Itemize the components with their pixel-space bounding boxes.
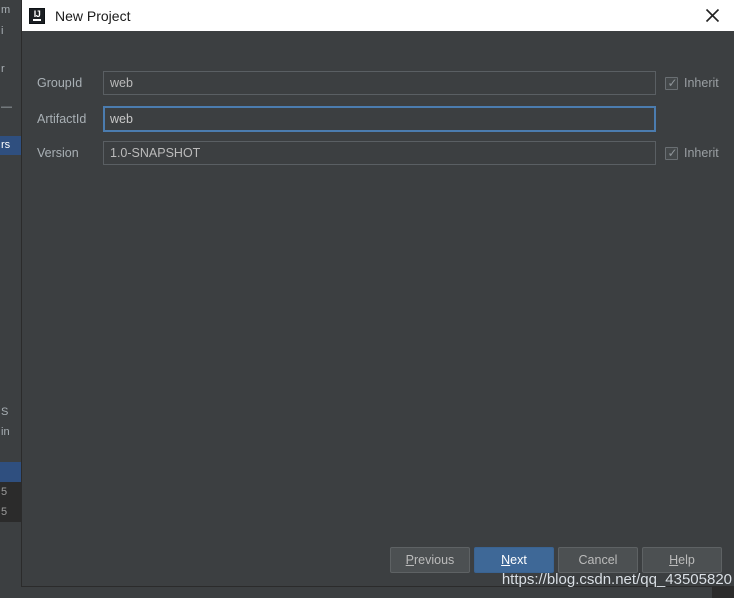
form-row-version: Version ✓ Inherit (22, 141, 734, 165)
dialog-title: New Project (55, 7, 131, 24)
artifactid-input[interactable] (103, 106, 656, 132)
lower-item[interactable]: in (0, 422, 22, 442)
previous-button[interactable]: Previous (390, 547, 470, 573)
next-button[interactable]: Next (474, 547, 554, 573)
tree-item[interactable]: r (0, 60, 22, 79)
next-button-mnemonic: N (501, 553, 511, 567)
form-row-groupid: GroupId ✓ Inherit (22, 71, 734, 95)
ide-left-panel: m i r — rs S in 5 5 (0, 0, 22, 598)
dialog-titlebar[interactable]: IJ New Project (22, 0, 734, 31)
help-button-label: elp (678, 553, 695, 567)
version-inherit-checkbox[interactable]: ✓ (665, 145, 678, 160)
intellij-idea-logo-icon: IJ (29, 7, 45, 24)
tree-item[interactable] (0, 231, 22, 250)
form-row-artifactid: ArtifactId (22, 106, 734, 132)
groupid-inherit-label: Inherit (684, 76, 719, 90)
next-button-label: ext (510, 553, 527, 567)
new-project-dialog: IJ New Project GroupId ✓ Inherit Artifac… (22, 0, 734, 586)
tree-item-selected[interactable]: rs (0, 136, 22, 155)
tree-item[interactable]: i (0, 22, 22, 41)
artifactid-label: ArtifactId (37, 112, 87, 126)
tree-item[interactable] (0, 212, 22, 231)
check-icon: ✓ (667, 145, 678, 160)
ide-left-tab-label: m (0, 0, 22, 20)
tree-item[interactable]: — (0, 98, 22, 117)
dialog-footer: Previous Next Cancel Help (22, 534, 734, 586)
lower-item-highlighted[interactable] (0, 462, 22, 482)
lower-item: 5 (0, 482, 22, 502)
version-inherit-label: Inherit (684, 146, 719, 160)
version-inherit-checkbox-group[interactable]: ✓ Inherit (665, 146, 719, 160)
tree-item[interactable] (0, 193, 22, 212)
tree-item[interactable] (0, 155, 22, 174)
lower-item[interactable]: S (0, 402, 22, 422)
groupid-label: GroupId (37, 76, 83, 90)
help-button-mnemonic: H (669, 553, 679, 567)
groupid-input[interactable] (103, 71, 656, 95)
tree-item[interactable] (0, 174, 22, 193)
lower-item: 5 (0, 502, 22, 522)
help-button[interactable]: Help (642, 547, 722, 573)
version-label: Version (37, 146, 79, 160)
close-icon[interactable] (690, 0, 734, 31)
dialog-body: GroupId ✓ Inherit ArtifactId Version ✓ I… (22, 31, 734, 586)
tree-item[interactable] (0, 41, 22, 60)
previous-button-mnemonic: P (405, 553, 415, 567)
cancel-button[interactable]: Cancel (558, 547, 638, 573)
tree-item[interactable] (0, 79, 22, 98)
groupid-inherit-checkbox-group[interactable]: ✓ Inherit (665, 76, 719, 90)
check-icon: ✓ (667, 75, 678, 90)
lower-item (0, 442, 22, 462)
previous-button-label: revious (414, 553, 455, 567)
version-input[interactable] (103, 141, 656, 165)
tree-item[interactable] (0, 117, 22, 136)
groupid-inherit-checkbox[interactable]: ✓ (665, 75, 678, 90)
ide-left-lower-panel: S in 5 5 (0, 402, 22, 598)
ide-project-tree[interactable]: i r — rs (0, 22, 22, 402)
cancel-button-label: Cancel (578, 553, 618, 567)
